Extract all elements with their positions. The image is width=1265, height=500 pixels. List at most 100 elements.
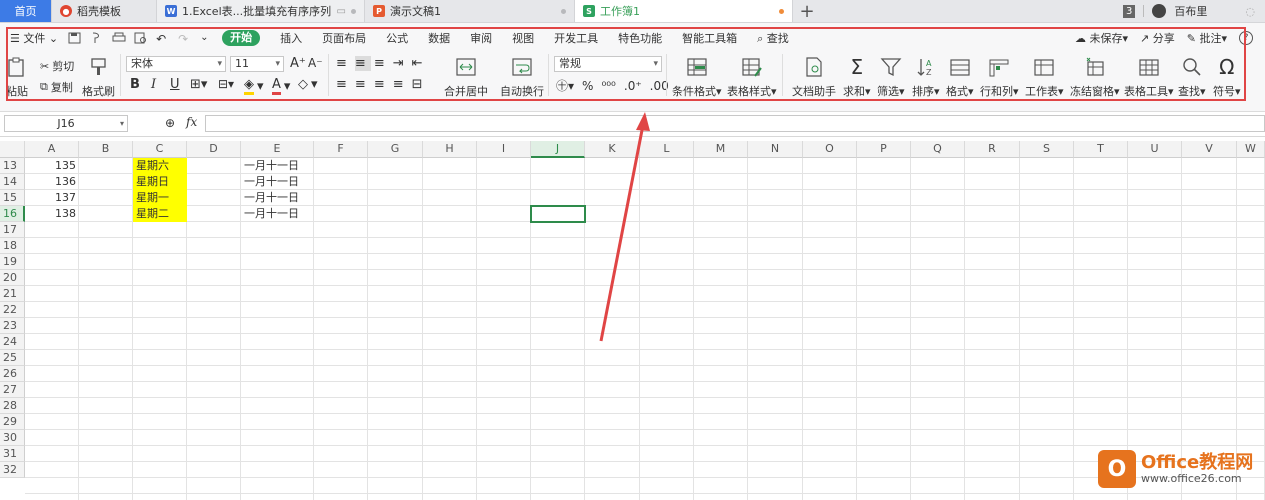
row-header-27[interactable]: 27 <box>0 382 25 398</box>
column-header-k[interactable]: K <box>585 141 640 158</box>
name-box[interactable]: J16 ▾ <box>4 115 128 132</box>
menu-special[interactable]: 特色功能 <box>618 30 662 46</box>
clear-button[interactable]: ◇ ▾ <box>298 77 318 92</box>
horizontal-align-group[interactable]: ≡ ≡ ≡ ≡ ⊟ <box>336 77 428 92</box>
filter-button[interactable]: 筛选▾ <box>877 56 905 99</box>
cell-weekday[interactable]: 星期一 <box>133 190 187 206</box>
print-icon[interactable] <box>112 32 126 44</box>
cell-number[interactable]: 135 <box>25 158 79 174</box>
row-header-18[interactable]: 18 <box>0 238 25 254</box>
sort-button[interactable]: AZ 排序▾ <box>912 56 940 99</box>
column-header-h[interactable]: H <box>423 141 477 158</box>
doc-helper-button[interactable]: 文档助手 <box>792 56 836 99</box>
bold-button[interactable]: B <box>130 77 140 92</box>
row-header-30[interactable]: 30 <box>0 430 25 446</box>
merge-center-button[interactable]: 合并居中 <box>444 56 488 99</box>
column-header-d[interactable]: D <box>187 141 241 158</box>
cell-number[interactable]: 137 <box>25 190 79 206</box>
customize-icon[interactable]: ⌄ <box>200 32 214 44</box>
find-button[interactable]: 查找▾ <box>1178 56 1206 99</box>
tab-close-dot[interactable] <box>351 8 356 14</box>
row-header-23[interactable]: 23 <box>0 318 25 334</box>
cell-weekday[interactable]: 星期日 <box>133 174 187 190</box>
user-name[interactable]: 百布里 <box>1174 3 1207 19</box>
row-header-21[interactable]: 21 <box>0 286 25 302</box>
row-header-17[interactable]: 17 <box>0 222 25 238</box>
active-cell-cursor[interactable] <box>530 205 586 223</box>
row-header-22[interactable]: 22 <box>0 302 25 318</box>
help-icon[interactable]: ? <box>1239 31 1253 45</box>
cell-date[interactable]: 一月十一日 <box>241 174 314 190</box>
freeze-panes-button[interactable]: 冻结窗格▾ <box>1070 56 1120 99</box>
menu-view[interactable]: 视图 <box>512 30 534 46</box>
column-header-w[interactable]: W <box>1237 141 1265 158</box>
print-preview-icon[interactable] <box>134 32 148 44</box>
number-format-select[interactable]: 常规 <box>554 56 662 72</box>
sum-button[interactable]: Σ 求和▾ <box>843 55 871 99</box>
column-header-f[interactable]: F <box>314 141 368 158</box>
cell-grid[interactable] <box>25 158 1265 500</box>
share-button[interactable]: ↗ 分享 <box>1140 30 1175 46</box>
row-header-31[interactable]: 31 <box>0 446 25 462</box>
italic-button[interactable]: I <box>151 77 156 92</box>
menu-review[interactable]: 审阅 <box>470 30 492 46</box>
cell-date[interactable]: 一月十一日 <box>241 206 314 222</box>
wrap-text-button[interactable]: 自动换行 <box>500 56 544 99</box>
file-menu[interactable]: ☰ 文件 ⌄ <box>10 30 58 46</box>
column-header-q[interactable]: Q <box>911 141 965 158</box>
font-size-select[interactable]: 11 <box>230 56 284 72</box>
cell-style-button[interactable]: ⊟▾ <box>218 77 234 91</box>
row-header-29[interactable]: 29 <box>0 414 25 430</box>
menu-insert[interactable]: 插入 <box>280 30 302 46</box>
select-all-corner[interactable] <box>0 141 25 158</box>
cell-weekday[interactable]: 星期二 <box>133 206 187 222</box>
comment-button[interactable]: ✎ 批注▾ <box>1187 30 1227 46</box>
menu-data[interactable]: 数据 <box>428 30 450 46</box>
tab-home[interactable]: 首页 <box>0 0 52 22</box>
column-header-c[interactable]: C <box>133 141 187 158</box>
border-button[interactable]: ⊞▾ <box>190 77 207 92</box>
column-header-u[interactable]: U <box>1128 141 1182 158</box>
font-name-select[interactable]: 宋体 <box>126 56 226 72</box>
format-button[interactable]: 格式▾ <box>946 56 974 99</box>
underline-button[interactable]: U <box>170 77 180 92</box>
avatar[interactable] <box>1152 4 1167 18</box>
column-header-s[interactable]: S <box>1020 141 1074 158</box>
column-header-b[interactable]: B <box>79 141 133 158</box>
conditional-format-button[interactable]: 条件格式▾ <box>672 56 722 99</box>
font-shrink-button[interactable]: A⁻ <box>308 56 323 70</box>
tab-close-dot[interactable] <box>561 8 566 14</box>
font-grow-button[interactable]: A⁺ <box>290 56 306 71</box>
window-count-badge[interactable]: 3 <box>1123 4 1136 18</box>
table-style-button[interactable]: 表格样式▾ <box>727 56 777 99</box>
row-header-24[interactable]: 24 <box>0 334 25 350</box>
zoom-formula-icon[interactable]: ⊕ <box>165 116 175 130</box>
cut-button[interactable]: ✂ 剪切 <box>40 58 74 74</box>
cell-number[interactable]: 136 <box>25 174 79 190</box>
row-header-15[interactable]: 15 <box>0 190 25 206</box>
copy-button[interactable]: ⧉ 复制 <box>40 79 73 95</box>
column-header-v[interactable]: V <box>1182 141 1237 158</box>
paste-button[interactable]: 粘贴 <box>6 56 28 99</box>
column-header-r[interactable]: R <box>965 141 1020 158</box>
column-header-j[interactable]: J <box>531 141 585 158</box>
menu-formulas[interactable]: 公式 <box>386 30 408 46</box>
restore-icon[interactable]: ◌ <box>1245 5 1255 18</box>
row-header-25[interactable]: 25 <box>0 350 25 366</box>
row-header-14[interactable]: 14 <box>0 174 25 190</box>
vertical-align-group[interactable]: ≡ ≡ ≡ ⇥ ⇤ <box>336 56 428 71</box>
fill-color-button[interactable]: ◈ ▾ <box>244 77 264 95</box>
fx-button[interactable]: fx <box>186 115 197 129</box>
menu-smart-toolbox[interactable]: 智能工具箱 <box>682 30 737 46</box>
row-header-19[interactable]: 19 <box>0 254 25 270</box>
save-icon[interactable] <box>68 32 82 44</box>
column-header-n[interactable]: N <box>748 141 803 158</box>
symbol-button[interactable]: Ω 符号▾ <box>1213 55 1241 99</box>
column-header-e[interactable]: E <box>241 141 314 158</box>
column-header-t[interactable]: T <box>1074 141 1128 158</box>
column-header-i[interactable]: I <box>477 141 531 158</box>
cell-date[interactable]: 一月十一日 <box>241 190 314 206</box>
menu-developer[interactable]: 开发工具 <box>554 30 598 46</box>
tab-workbook[interactable]: S 工作簿1 <box>575 0 793 22</box>
format-painter-button[interactable]: 格式刷 <box>82 56 115 99</box>
